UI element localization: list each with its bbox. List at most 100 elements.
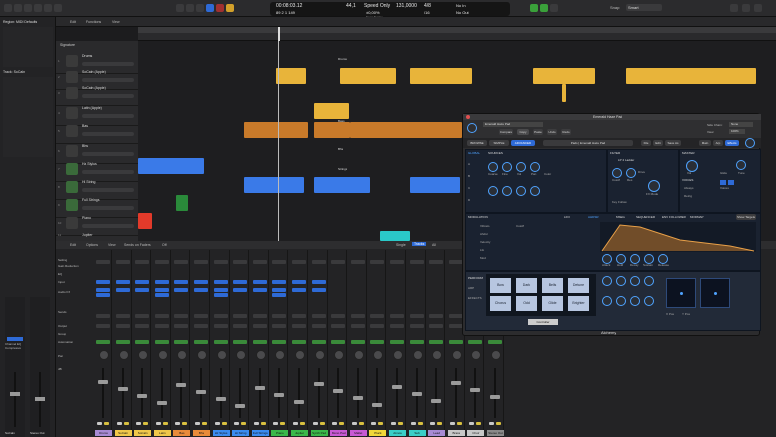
send-slot[interactable]	[174, 314, 189, 318]
main-view-button[interactable]: Main	[699, 140, 711, 146]
playhead[interactable]	[278, 27, 280, 41]
audio-fx-slot[interactable]	[174, 288, 189, 292]
input-slot[interactable]	[96, 280, 110, 284]
volume-fader-track[interactable]	[121, 368, 124, 418]
audio-fx-slot[interactable]	[96, 293, 110, 297]
automation-mode-button[interactable]	[409, 340, 424, 344]
track-volume-slider[interactable]	[82, 188, 134, 192]
audio-fx-slot[interactable]	[272, 293, 287, 297]
cycle-area[interactable]	[138, 27, 776, 33]
strip-name[interactable]: Atmos	[389, 430, 406, 436]
output-slot[interactable]	[311, 324, 326, 328]
mute-button[interactable]	[214, 422, 220, 425]
solo-button[interactable]	[123, 422, 129, 425]
mod-tab-env-follower[interactable]: ENV FOLLOWER	[662, 215, 686, 219]
volume-fader-track[interactable]	[454, 368, 457, 418]
mute-button[interactable]	[351, 422, 357, 425]
automation-mode-button[interactable]	[135, 340, 150, 344]
setting-button[interactable]	[390, 260, 404, 264]
tracks-edit-menu[interactable]: Edit	[70, 20, 76, 24]
solo-button[interactable]	[456, 422, 462, 425]
smart-controls-icon[interactable]	[34, 4, 42, 12]
volume-fader-track[interactable]	[337, 368, 340, 418]
perform-knob[interactable]	[602, 276, 612, 286]
always-label[interactable]: Always	[684, 186, 694, 190]
show-targets-button[interactable]: Show Targets	[736, 214, 756, 220]
audio-fx-slot[interactable]	[272, 288, 287, 292]
effects-view-button[interactable]: Effects	[725, 140, 739, 146]
setting-button[interactable]	[115, 260, 130, 264]
mute-button[interactable]	[175, 422, 181, 425]
audio-fx-slot[interactable]	[213, 288, 228, 292]
volume-fader-track[interactable]	[474, 368, 477, 418]
mute-button[interactable]	[195, 422, 200, 425]
input-slot[interactable]	[252, 280, 267, 284]
edit-button[interactable]: Edit	[653, 140, 663, 146]
side-chain-select[interactable]: None	[729, 122, 753, 127]
send-slot[interactable]	[154, 314, 169, 318]
forward-button[interactable]	[186, 4, 194, 12]
fine-knob[interactable]	[502, 162, 512, 172]
pan-knob[interactable]	[255, 350, 266, 360]
count-in-icon[interactable]	[540, 4, 548, 12]
solo-button[interactable]	[241, 422, 247, 425]
volume-fader-cap[interactable]	[490, 395, 500, 399]
send-slot[interactable]	[409, 314, 424, 318]
pan-knob[interactable]	[412, 350, 423, 360]
automation-mode-button[interactable]	[154, 340, 169, 344]
output-slot[interactable]	[252, 324, 267, 328]
channel-eq-slot[interactable]	[7, 337, 23, 341]
vol-knob[interactable]	[516, 186, 526, 196]
xy-pad-1[interactable]	[666, 278, 696, 308]
volume-fader-cap[interactable]	[254, 386, 265, 390]
pan-knob[interactable]	[334, 350, 345, 360]
arp-label[interactable]: ARP	[468, 286, 474, 290]
output-slot[interactable]	[448, 324, 463, 328]
send-slot[interactable]	[350, 314, 365, 318]
track-volume-slider[interactable]	[82, 224, 134, 228]
setting-button[interactable]	[331, 260, 346, 264]
envelope-graph[interactable]	[600, 222, 756, 252]
volume-fader-cap[interactable]	[235, 404, 246, 408]
midi-region[interactable]	[176, 195, 188, 211]
audio-region[interactable]	[410, 68, 472, 84]
automation-mode-button[interactable]	[292, 340, 306, 344]
audio-fx-slot[interactable]	[252, 288, 267, 292]
mute-button[interactable]	[253, 422, 259, 425]
midi-region[interactable]	[244, 122, 308, 138]
solo-button[interactable]	[417, 422, 423, 425]
inspector-region-header[interactable]: Region: MIDI Defaults	[3, 20, 37, 24]
output-fader-cap[interactable]	[35, 397, 45, 401]
mod-tab-ahdsr[interactable]: AHDSR	[588, 215, 599, 219]
strip-name[interactable]: Bhs	[193, 430, 210, 436]
volume-fader-cap[interactable]	[294, 400, 304, 404]
input-slot[interactable]	[213, 280, 228, 284]
volume-fader-track[interactable]	[356, 368, 359, 418]
midi-region[interactable]	[244, 177, 304, 193]
automation-mode-button[interactable]	[96, 340, 110, 344]
input-slot[interactable]	[272, 280, 287, 284]
volume-fader-cap[interactable]	[431, 399, 442, 403]
retrig-label[interactable]: Retrig	[684, 194, 692, 198]
perform-knob[interactable]	[630, 276, 640, 286]
inspector-fader-track[interactable]	[14, 372, 16, 427]
send-slot[interactable]	[115, 314, 130, 318]
volume-fader-track[interactable]	[298, 368, 300, 418]
volume-fader-cap[interactable]	[411, 392, 422, 396]
undo-button[interactable]: Undo	[547, 129, 557, 135]
mute-button[interactable]	[273, 422, 279, 425]
volume-fader-cap[interactable]	[313, 382, 324, 386]
pan-knob[interactable]	[393, 350, 403, 360]
mute-button[interactable]	[116, 422, 122, 425]
volume-fader-track[interactable]	[258, 368, 261, 418]
setting-button[interactable]	[252, 260, 267, 264]
automation-mode-button[interactable]	[174, 340, 189, 344]
perform-knob[interactable]	[644, 296, 654, 306]
arp-view-button[interactable]: Arp	[713, 140, 723, 146]
volume-fader-track[interactable]	[317, 368, 320, 418]
strip-name[interactable]: Full Strings	[251, 430, 269, 436]
track-volume-slider[interactable]	[82, 78, 134, 82]
cutoff-knob[interactable]	[612, 168, 622, 178]
view-zoom-select[interactable]: 100%	[729, 129, 745, 134]
solo-button[interactable]	[437, 422, 443, 425]
